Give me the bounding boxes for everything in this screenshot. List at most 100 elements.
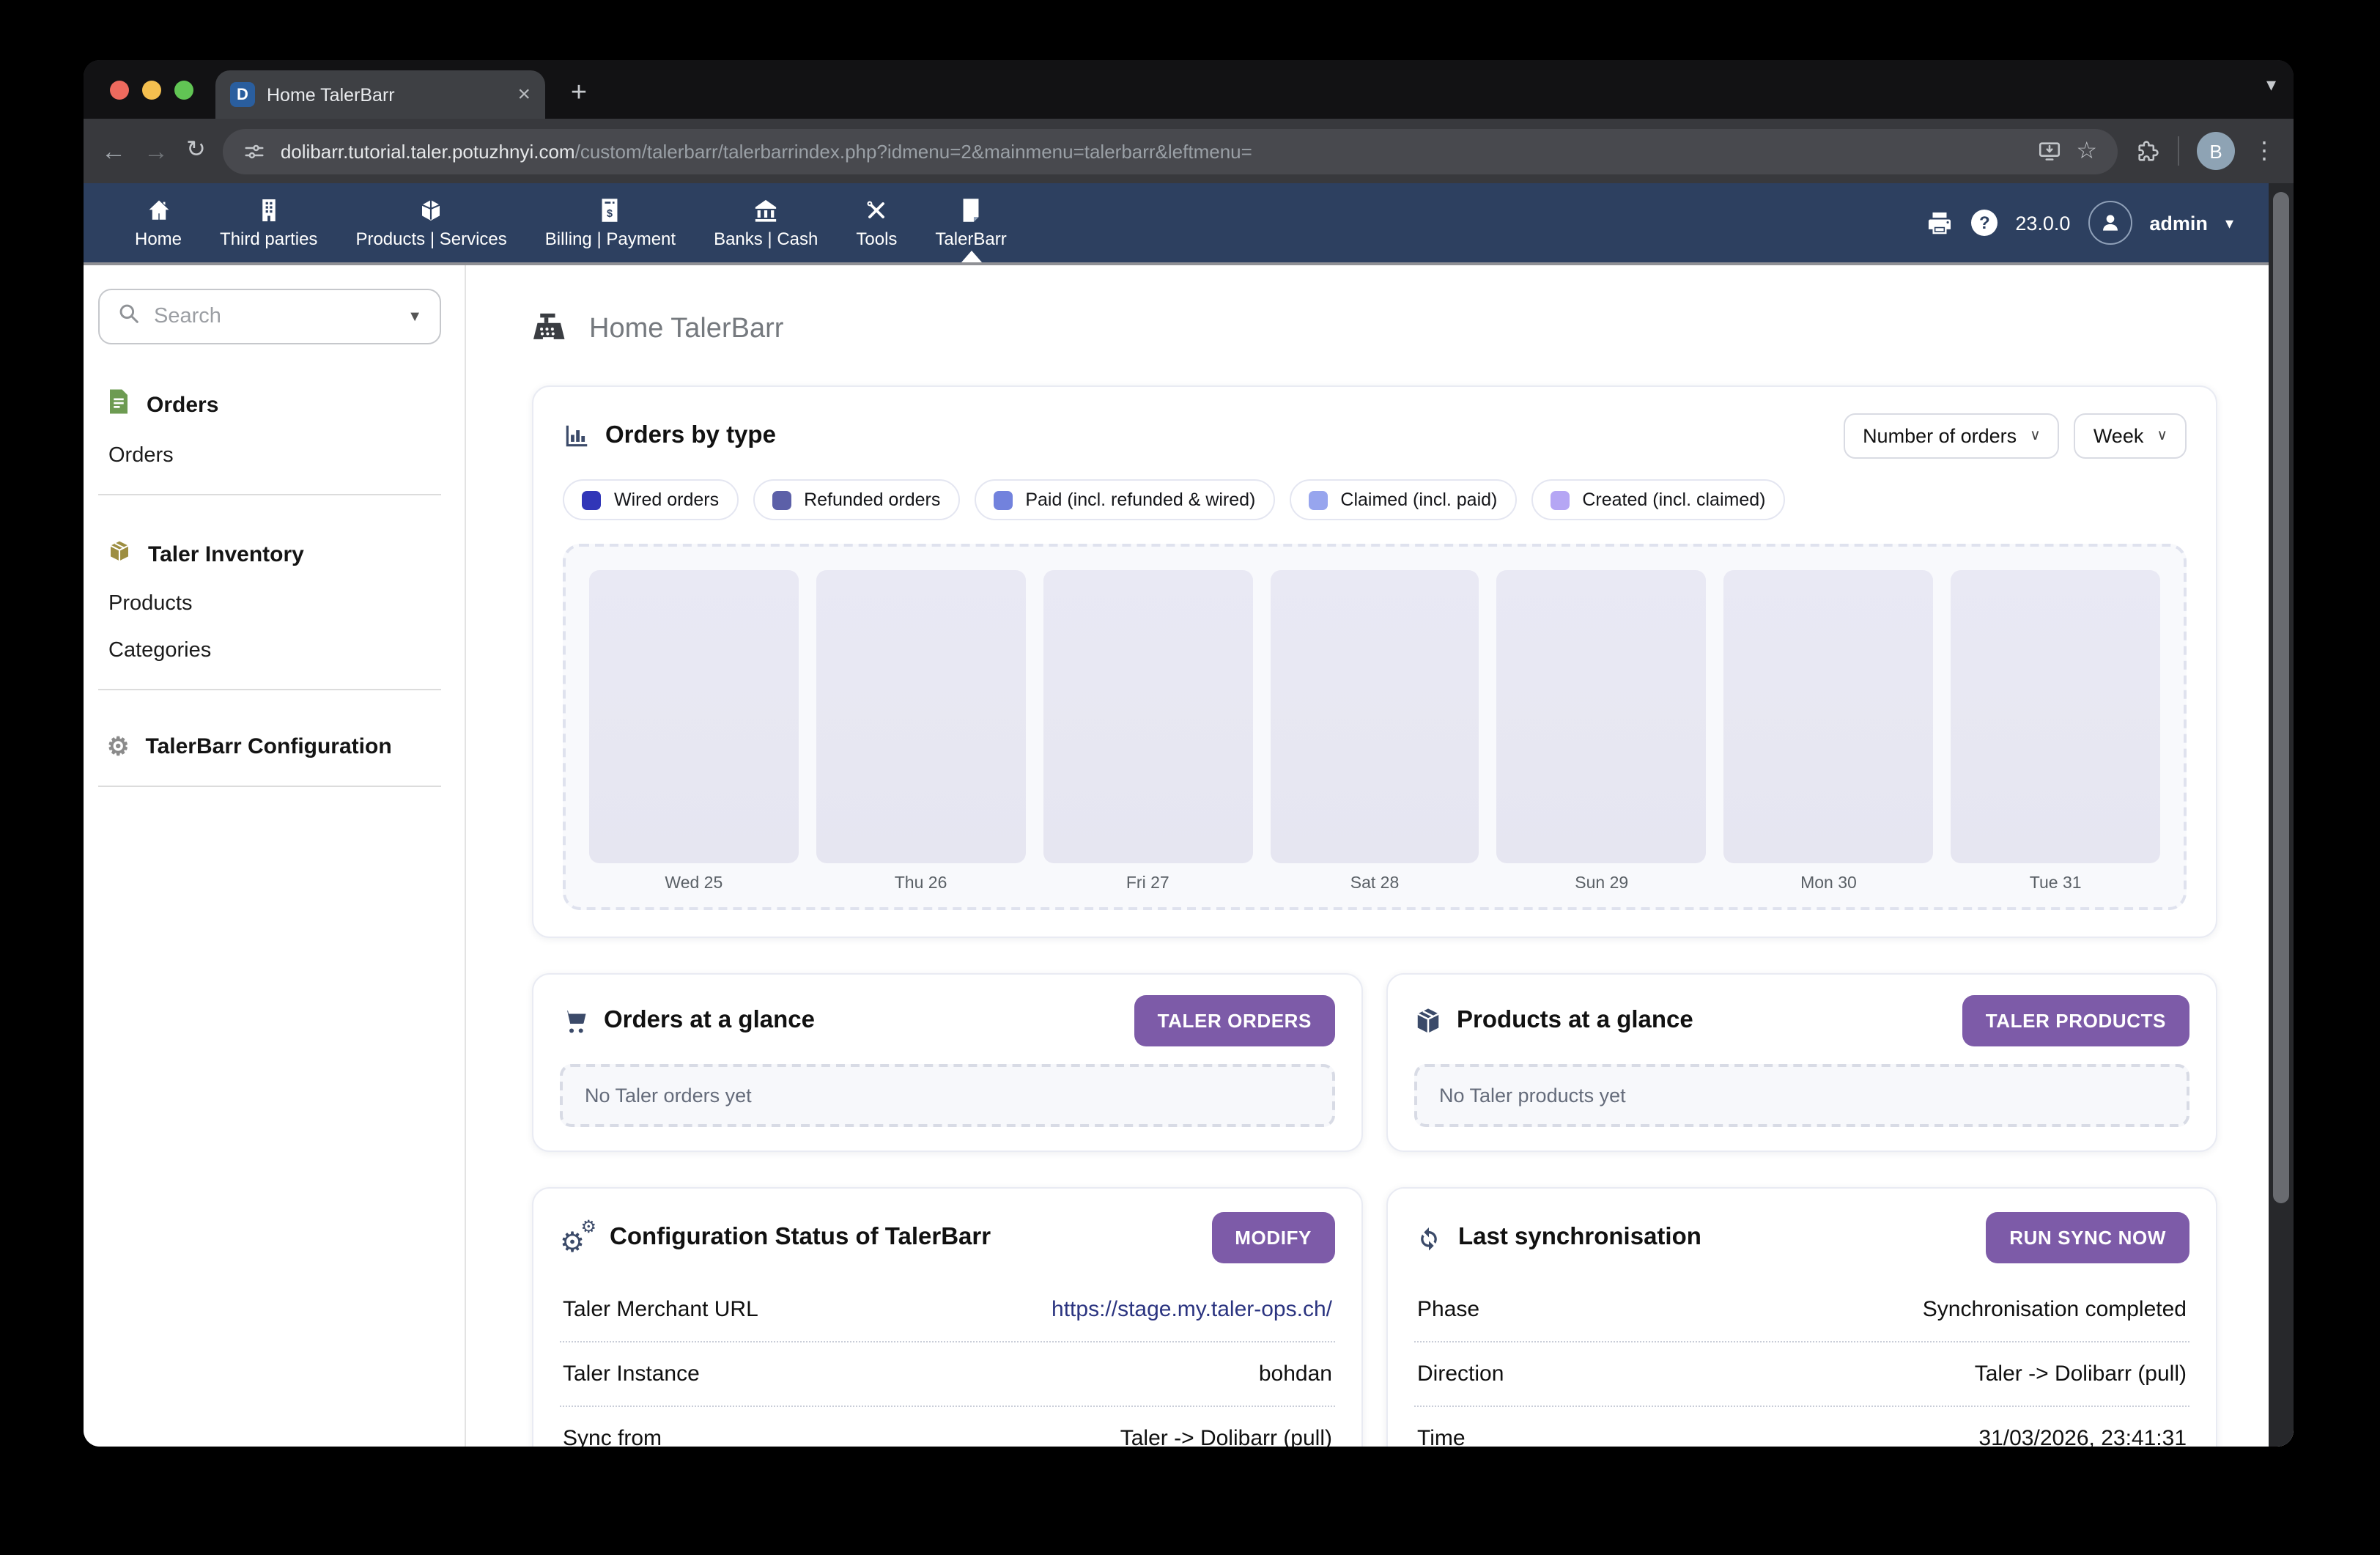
favicon: D [230, 82, 255, 107]
merchant-url-link[interactable]: https://stage.my.taler-ops.ch/ [1052, 1297, 1332, 1322]
run-sync-now-button[interactable]: RUN SYNC NOW [1986, 1212, 2189, 1263]
x-tick-label: Mon 30 [1724, 863, 1934, 895]
home-icon [146, 197, 171, 224]
zoom-window-button[interactable] [174, 81, 193, 100]
row-label: Sync from [563, 1426, 662, 1447]
sync-row-direction: Direction Taler -> Dolibarr (pull) [1414, 1342, 2189, 1407]
tab-search-icon[interactable]: ▾ [2266, 73, 2276, 97]
extensions-icon[interactable] [2135, 138, 2160, 163]
gear-icon: ⚙ [107, 734, 130, 759]
new-tab-button[interactable]: + [560, 75, 598, 113]
last-sync-card: Last synchronisation RUN SYNC NOW Phase … [1386, 1187, 2217, 1447]
legend-item-refunded[interactable]: Refunded orders [753, 479, 959, 520]
sidebar-section-talerbarr-configuration[interactable]: ⚙ TalerBarr Configuration [107, 734, 441, 759]
legend-item-claimed[interactable]: Claimed (incl. paid) [1289, 479, 1516, 520]
nav-item-products-services[interactable]: Products | Services [336, 183, 525, 262]
profile-avatar[interactable]: B [2197, 132, 2235, 170]
row-label: Time [1417, 1426, 1466, 1447]
card-title: Orders by type [605, 422, 776, 450]
section-title: Taler Inventory [148, 542, 304, 566]
search-dropdown-caret-icon[interactable]: ▼ [407, 309, 422, 325]
bank-icon [753, 197, 778, 224]
legend-label: Created (incl. claimed) [1582, 490, 1765, 510]
sidebar-search[interactable]: ▼ [98, 289, 441, 344]
reload-icon[interactable]: ↻ [186, 139, 206, 163]
search-input[interactable] [154, 305, 394, 328]
chart-legend: Wired orders Refunded orders Paid (incl.… [563, 479, 2187, 520]
print-icon[interactable] [1926, 210, 1954, 236]
user-avatar[interactable] [2088, 201, 2132, 245]
orders-period-select[interactable]: Week ∨ [2074, 413, 2187, 459]
sidebar-item-categories[interactable]: Categories [108, 639, 441, 662]
section-title: Orders [147, 392, 218, 417]
taler-orders-button[interactable]: TALER ORDERS [1134, 995, 1335, 1046]
chevron-down-icon: ∨ [2157, 428, 2168, 444]
minimize-window-button[interactable] [142, 81, 161, 100]
orders-glance-card: Orders at a glance TALER ORDERS No Taler… [532, 973, 1363, 1152]
svg-text:$: $ [607, 208, 613, 220]
url-text[interactable]: dolibarr.tutorial.taler.potuzhnyi.com/cu… [281, 140, 2022, 162]
sync-row-time: Time 31/03/2026, 23:41:31 [1414, 1407, 2189, 1447]
browser-tab[interactable]: D Home TalerBarr × [215, 70, 545, 119]
legend-item-paid[interactable]: Paid (incl. refunded & wired) [974, 479, 1274, 520]
legend-item-created[interactable]: Created (incl. claimed) [1531, 479, 1784, 520]
modify-button[interactable]: MODIFY [1211, 1212, 1335, 1263]
user-name[interactable]: admin [2149, 212, 2208, 234]
sidebar-section-taler-inventory[interactable]: Taler Inventory [107, 539, 441, 569]
sidebar-divider [98, 786, 441, 787]
page-scrollbar[interactable] [2269, 183, 2294, 1447]
chart-column: Mon 30 [1724, 570, 1934, 895]
bar-placeholder [816, 570, 1026, 863]
row-value: 31/03/2026, 23:41:31 [1978, 1426, 2187, 1447]
close-tab-icon[interactable]: × [517, 84, 531, 106]
help-icon[interactable]: ? [1971, 210, 1998, 236]
sidebar-item-orders[interactable]: Orders [108, 444, 441, 468]
sidebar: ▼ Orders Orders Taler Inventory Produc [84, 265, 466, 1447]
select-value: Week [2093, 425, 2144, 447]
nav-item-third-parties[interactable]: Third parties [201, 183, 336, 262]
forward-icon[interactable]: → [144, 138, 169, 163]
legend-item-wired[interactable]: Wired orders [563, 479, 738, 520]
orders-chart: Wed 25 Thu 26 Fri 27 Sat 28 Sun 29 Mon 3… [563, 544, 2187, 910]
nav-item-talerbarr[interactable]: TalerBarr [916, 183, 1025, 262]
browser-menu-icon[interactable]: ⋮ [2252, 136, 2276, 166]
page-title: Home TalerBarr [532, 312, 2217, 347]
nav-label: Tools [856, 228, 897, 248]
main-panel: Home TalerBarr Orders by type Number of … [466, 265, 2269, 1447]
bar-placeholder [589, 570, 799, 863]
bar-placeholder [1724, 570, 1934, 863]
address-bar[interactable]: dolibarr.tutorial.taler.potuzhnyi.com/cu… [223, 128, 2118, 174]
card-title: Products at a glance [1457, 1007, 1693, 1035]
box-icon [107, 539, 132, 569]
scrollbar-thumb[interactable] [2273, 192, 2289, 1203]
orders-empty-state: No Taler orders yet [560, 1064, 1335, 1127]
toolbar-divider [2178, 136, 2179, 166]
nav-item-tools[interactable]: Tools [837, 183, 916, 262]
bar-placeholder [1043, 570, 1252, 863]
building-icon [258, 197, 280, 224]
x-tick-label: Sat 28 [1270, 863, 1479, 895]
taler-products-button[interactable]: TALER PRODUCTS [1962, 995, 2189, 1046]
bar-placeholder [1951, 570, 2160, 863]
row-label: Direction [1417, 1362, 1504, 1386]
nav-item-billing-payment[interactable]: $ Billing | Payment [526, 183, 695, 262]
search-icon [117, 301, 141, 332]
sidebar-item-products[interactable]: Products [108, 592, 441, 616]
row-label: Phase [1417, 1297, 1479, 1322]
bookmark-star-icon[interactable]: ☆ [2076, 136, 2097, 166]
screen: D Home TalerBarr × + ▾ ← → ↻ dolibarr.tu… [0, 0, 2380, 1555]
user-menu-chevron-icon[interactable]: ▾ [2225, 213, 2233, 232]
site-settings-icon[interactable] [244, 140, 266, 162]
install-app-icon[interactable] [2036, 138, 2061, 163]
legend-swatch [772, 490, 791, 509]
x-tick-label: Fri 27 [1043, 863, 1252, 895]
content-area: ▼ Orders Orders Taler Inventory Produc [84, 265, 2269, 1447]
orders-metric-select[interactable]: Number of orders ∨ [1844, 413, 2060, 459]
browser-toolbar: ← → ↻ dolibarr.tutorial.taler.potuzhnyi.… [84, 119, 2294, 183]
nav-item-home[interactable]: Home [116, 183, 201, 262]
sidebar-section-orders[interactable]: Orders [107, 388, 441, 421]
close-window-button[interactable] [110, 81, 129, 100]
sidebar-divider [98, 494, 441, 495]
nav-item-banks-cash[interactable]: Banks | Cash [695, 183, 837, 262]
back-icon[interactable]: ← [101, 138, 126, 163]
